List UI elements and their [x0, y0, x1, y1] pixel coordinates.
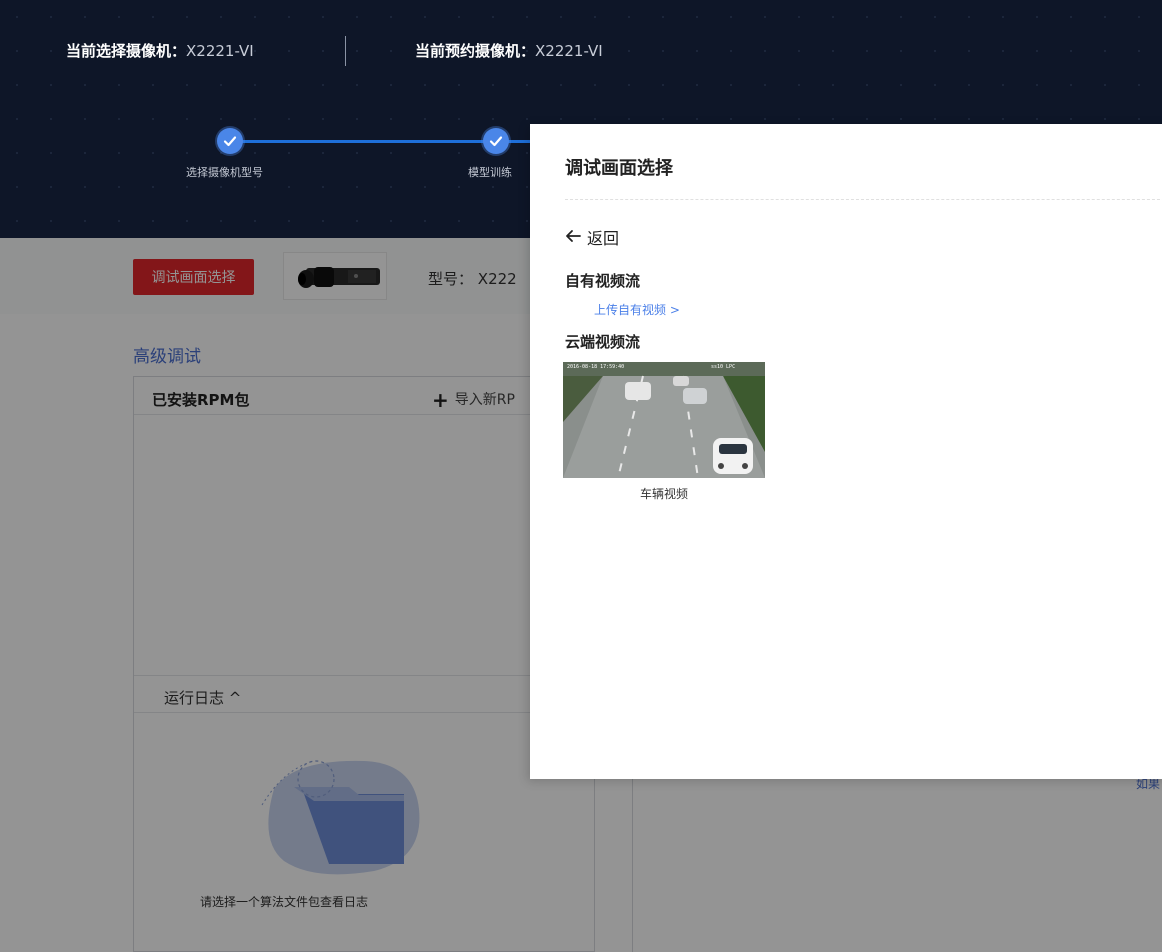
drawer-divider: [565, 199, 1162, 200]
drawer-title: 调试画面选择: [565, 158, 673, 179]
video-source-overlay: ss10 LPC: [711, 364, 736, 370]
debug-scene-drawer: 调试画面选择 返回 自有视频流 上传自有视频 > 云端视频流 2016-08-1…: [530, 124, 1162, 779]
back-label: 返回: [587, 229, 620, 248]
arrow-left-icon: [565, 228, 581, 247]
step-1-check-icon[interactable]: [217, 128, 243, 154]
current-camera-label: 当前选择摄像机：: [66, 42, 187, 60]
current-camera-value: X2221-VI: [186, 42, 254, 60]
vehicle-video-caption: 车辆视频: [639, 487, 688, 501]
step-2-check-icon[interactable]: [483, 128, 509, 154]
vehicle-video-thumbnail[interactable]: 2016-08-18 17:59:40 ss10 LPC: [563, 362, 765, 478]
current-camera-info: 当前选择摄像机：X2221-VI: [66, 40, 254, 61]
back-button[interactable]: 返回: [565, 225, 619, 249]
cloud-stream-title: 云端视频流: [565, 333, 641, 351]
reserved-camera-info: 当前预约摄像机：X2221-VI: [415, 40, 603, 61]
step-connector-1: [242, 140, 484, 143]
reserved-camera-label: 当前预约摄像机：: [415, 42, 536, 60]
header-separator: [345, 36, 346, 66]
step-2-label: 模型训练: [468, 166, 512, 179]
upload-own-video-link[interactable]: 上传自有视频 >: [594, 301, 680, 318]
own-stream-title: 自有视频流: [565, 272, 641, 290]
video-timestamp-overlay: 2016-08-18 17:59:40: [567, 364, 625, 370]
reserved-camera-value: X2221-VI: [535, 42, 603, 60]
step-1-label: 选择摄像机型号: [186, 166, 263, 179]
